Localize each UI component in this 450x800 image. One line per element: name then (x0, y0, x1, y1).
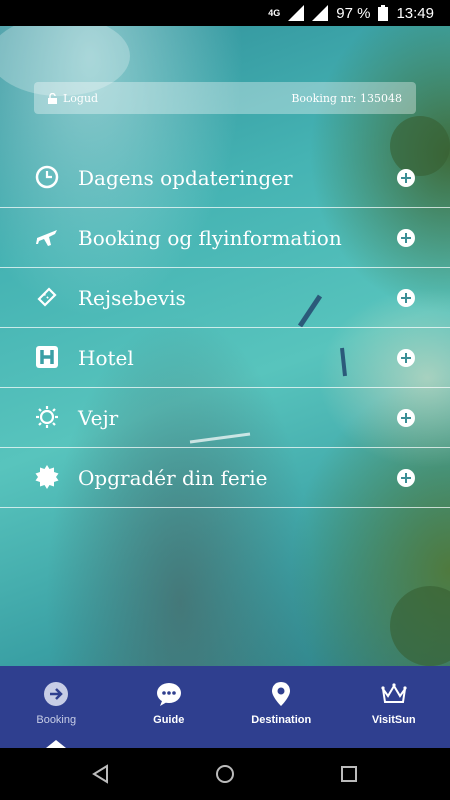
network-type: 4G (268, 7, 281, 18)
signal-icon (288, 5, 305, 21)
active-tab-indicator (46, 740, 67, 748)
location-pin-icon (272, 682, 291, 706)
logout-label: Logud (63, 91, 99, 105)
menu-item-booking-flight[interactable]: Booking og flyinformation (0, 208, 450, 268)
plus-icon[interactable] (397, 349, 415, 367)
plus-icon[interactable] (397, 469, 415, 487)
tab-label: Destination (251, 714, 312, 726)
battery-percent: 97 % (336, 4, 371, 22)
arrow-circle-icon (44, 682, 69, 706)
menu-label: Booking og flyinformation (78, 225, 342, 250)
lock-icon (48, 92, 57, 104)
crown-icon (381, 683, 407, 703)
tab-label: VisitSun (371, 714, 416, 726)
menu-item-hotel[interactable]: Hotel (0, 328, 450, 388)
menu-label: Vejr (78, 405, 119, 430)
plus-icon[interactable] (397, 169, 415, 187)
menu-label: Rejsebevis (78, 285, 186, 310)
android-nav-bar (0, 748, 450, 800)
badge-icon (35, 465, 59, 489)
ticket-icon (37, 287, 57, 307)
clock-icon (35, 165, 59, 189)
menu-item-travel-documents[interactable]: Rejsebevis (0, 268, 450, 328)
menu-label: Dagens opdateringer (78, 165, 293, 190)
home-icon[interactable] (213, 762, 237, 786)
menu-item-upgrade-holiday[interactable]: Opgradér din ferie (0, 448, 450, 508)
plus-icon[interactable] (397, 229, 415, 247)
main-menu: Dagens opdateringer Booking og flyinform… (0, 148, 450, 508)
menu-label: Opgradér din ferie (78, 465, 268, 490)
hotel-icon (36, 346, 58, 368)
tab-destination[interactable]: Destination (225, 666, 338, 748)
tab-booking[interactable]: Booking (0, 666, 113, 748)
airplane-icon (36, 230, 57, 246)
battery-icon (378, 5, 389, 21)
booking-number: Booking nr: 135048 (291, 91, 402, 105)
tab-guide[interactable]: Guide (113, 666, 226, 748)
tab-label: Guide (153, 714, 185, 726)
status-bar: 4G 97 % 13:49 (0, 0, 450, 26)
tab-label: Booking (36, 714, 77, 726)
menu-label: Hotel (78, 345, 134, 370)
logout-button[interactable]: Logud (48, 92, 98, 105)
back-icon[interactable] (89, 762, 113, 786)
sun-icon (36, 406, 58, 428)
bottom-tab-bar: Booking Guide Destination VisitSun (0, 666, 450, 748)
login-bar: Logud Booking nr: 135048 (34, 82, 416, 114)
tab-visitsun[interactable]: VisitSun (338, 666, 450, 748)
menu-item-weather[interactable]: Vejr (0, 388, 450, 448)
chat-bubble-icon (156, 683, 181, 706)
recents-icon[interactable] (337, 762, 361, 786)
plus-icon[interactable] (397, 409, 415, 427)
wifi-signal-icon (312, 5, 329, 21)
plus-icon[interactable] (397, 289, 415, 307)
menu-item-daily-updates[interactable]: Dagens opdateringer (0, 148, 450, 208)
clock-time: 13:49 (396, 4, 434, 22)
